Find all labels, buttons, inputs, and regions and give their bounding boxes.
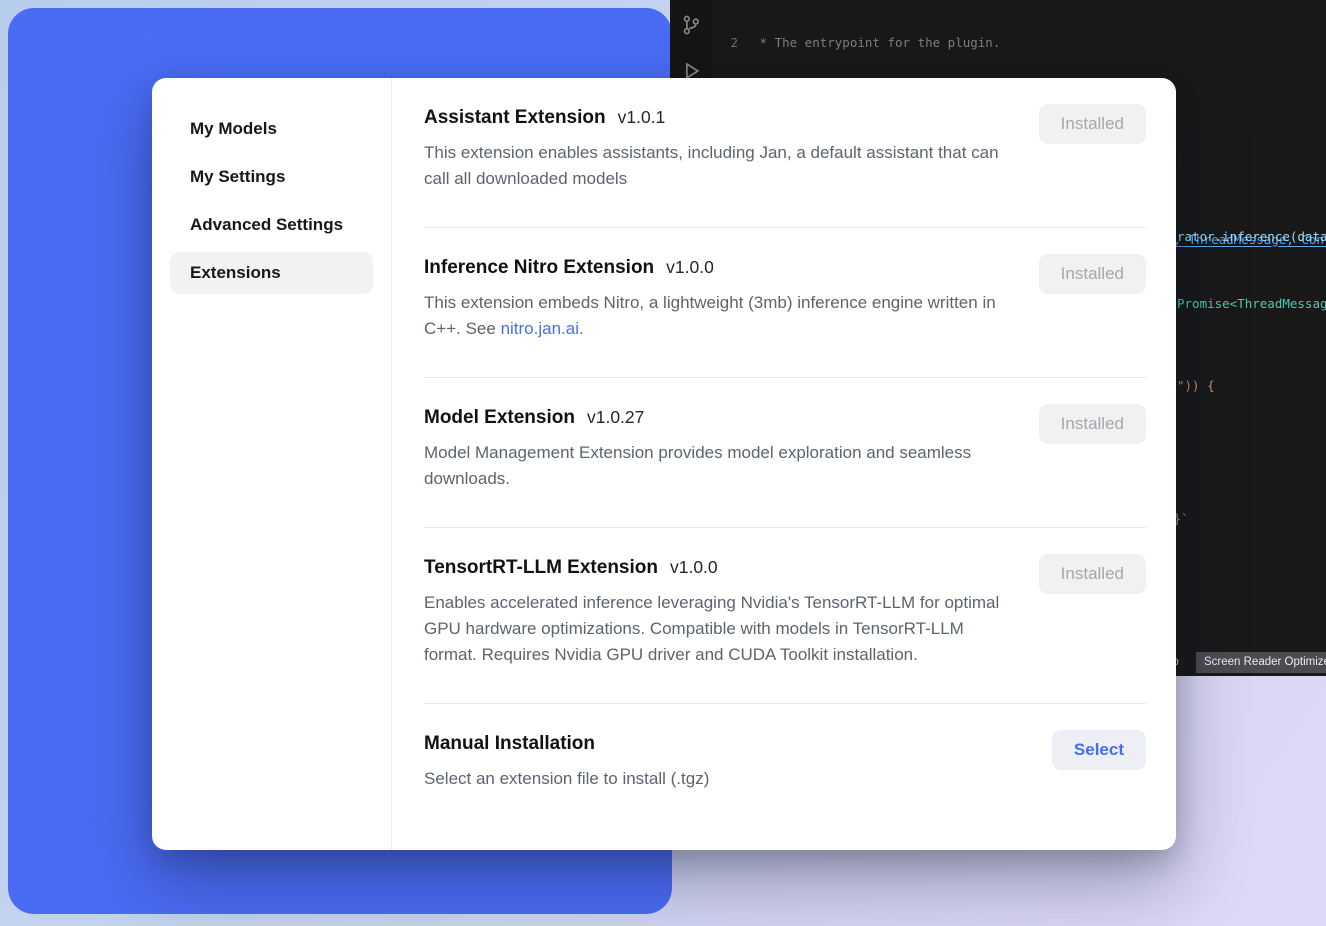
installed-button[interactable]: Installed: [1039, 254, 1146, 294]
desktop-background: 2 * The entrypoint for the plugin. 3 */ …: [0, 0, 1326, 926]
extension-section-assistant: Assistant Extension v1.0.1 This extensio…: [424, 78, 1146, 228]
extension-section-manual-installation: Manual Installation Select an extension …: [424, 704, 1146, 827]
extension-description: This extension enables assistants, inclu…: [424, 140, 1019, 192]
extension-title: Model Extension: [424, 404, 575, 432]
settings-sidebar: My Models My Settings Advanced Settings …: [152, 78, 392, 850]
installed-button[interactable]: Installed: [1039, 404, 1146, 444]
installed-button[interactable]: Installed: [1039, 554, 1146, 594]
extension-version: v1.0.0: [666, 257, 714, 278]
extension-title: Assistant Extension: [424, 104, 606, 132]
nitro-jan-ai-link[interactable]: nitro.jan.ai.: [501, 319, 584, 338]
code-fragment: ")) {: [1177, 378, 1215, 394]
extension-version: v1.0.0: [670, 557, 718, 578]
extension-title: TensortRT-LLM Extension: [424, 554, 658, 582]
extensions-panel: Assistant Extension v1.0.1 This extensio…: [392, 78, 1176, 850]
extension-version: v1.0.1: [618, 107, 666, 128]
extension-title: Manual Installation: [424, 730, 595, 758]
extension-section-model: Model Extension v1.0.27 Model Management…: [424, 378, 1146, 528]
sidebar-item-my-models[interactable]: My Models: [170, 108, 373, 150]
extension-description: Select an extension file to install (.tg…: [424, 766, 709, 792]
select-file-button[interactable]: Select: [1052, 730, 1146, 770]
source-control-icon[interactable]: [680, 14, 702, 36]
installed-button[interactable]: Installed: [1039, 104, 1146, 144]
extension-description: Enables accelerated inference leveraging…: [424, 590, 1019, 668]
extension-description: This extension embeds Nitro, a lightweig…: [424, 290, 1019, 342]
settings-modal: My Models My Settings Advanced Settings …: [152, 78, 1176, 850]
sidebar-item-extensions[interactable]: Extensions: [170, 252, 373, 294]
extension-version: v1.0.27: [587, 407, 644, 428]
code-fragment: rator.inference(data));: [1177, 229, 1326, 245]
screen-reader-optimized-badge[interactable]: Screen Reader Optimize: [1196, 652, 1326, 673]
extension-title: Inference Nitro Extension: [424, 254, 654, 282]
extension-description: Model Management Extension provides mode…: [424, 440, 1019, 492]
line-number: 2: [712, 35, 738, 51]
code-line: 2 * The entrypoint for the plugin.: [712, 35, 1326, 51]
extension-section-tensorrt-llm: TensortRT-LLM Extension v1.0.0 Enables a…: [424, 528, 1146, 704]
sidebar-item-my-settings[interactable]: My Settings: [170, 156, 373, 198]
extension-section-inference-nitro: Inference Nitro Extension v1.0.0 This ex…: [424, 228, 1146, 378]
sidebar-item-advanced-settings[interactable]: Advanced Settings: [170, 204, 373, 246]
code-fragment: Promise<ThreadMessage>: [1177, 296, 1326, 312]
